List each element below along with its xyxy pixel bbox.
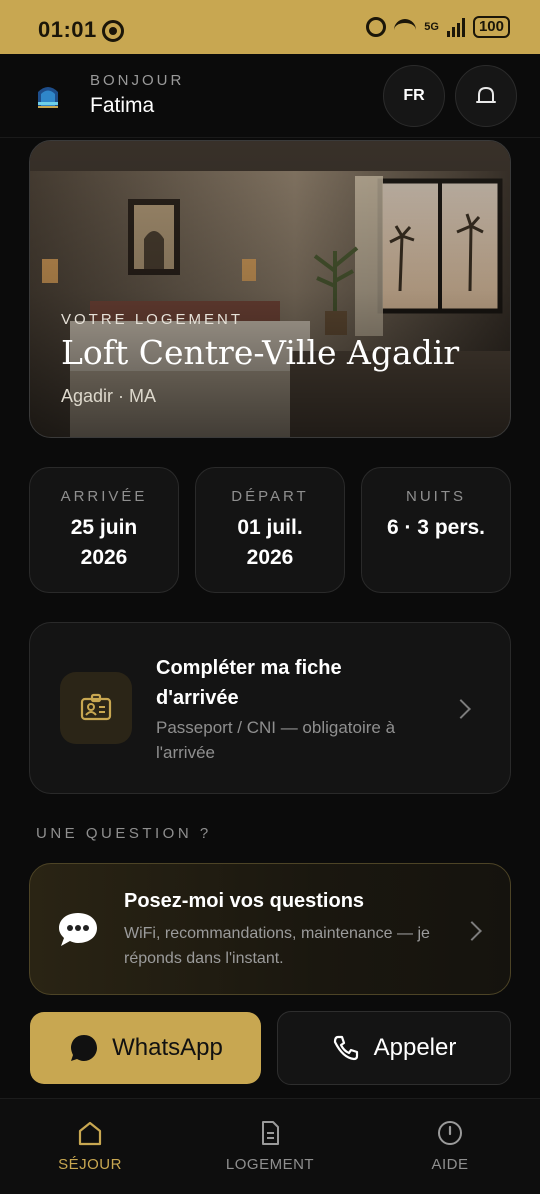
status-time: 01:01: [38, 17, 97, 42]
phone-icon: [333, 1035, 358, 1061]
arrival-year: 2026: [80, 546, 128, 569]
call-button[interactable]: Appeler: [277, 1011, 511, 1085]
nav-tab-stay[interactable]: SÉJOUR: [0, 1099, 180, 1194]
app-header: BONJOUR Fatima FR: [0, 54, 540, 138]
nav-tab-lodging[interactable]: LOGEMENT: [180, 1099, 360, 1194]
assistant-card[interactable]: Posez-moi vos questions WiFi, recommanda…: [29, 863, 511, 995]
arrival-date: 25 juin: [70, 516, 138, 539]
nights-card: NUITS 6 · 3 pers.: [361, 467, 511, 593]
home-icon: [78, 1121, 102, 1146]
nights-label: NUITS: [406, 488, 466, 505]
chevron-right-icon: [462, 921, 482, 941]
chat-bubble-icon: [59, 913, 97, 946]
chrome-icon: [102, 20, 124, 42]
nights-value: 6 · 3 pers.: [386, 516, 486, 539]
network-label: 5G: [424, 21, 439, 33]
checkin-title: Compléter ma fiche d'arrivée: [156, 657, 342, 709]
notifications-button[interactable]: [455, 65, 517, 127]
wifi-icon: [394, 19, 417, 35]
status-bar: 01:01 5G 100: [0, 0, 540, 54]
nav-label-stay: SÉJOUR: [58, 1156, 122, 1173]
arrival-card: ARRIVÉE 25 juin 2026: [29, 467, 179, 593]
language-button[interactable]: FR: [383, 65, 445, 127]
chevron-right-icon: [451, 699, 471, 719]
alarm-icon: [366, 17, 387, 37]
battery-indicator: 100: [472, 16, 510, 38]
nav-label-help: AIDE: [431, 1156, 469, 1173]
bell-icon: [476, 86, 496, 103]
checkin-subtitle: Passeport / CNI — obligatoire à l'arrivé…: [156, 718, 396, 762]
assistant-title: Posez-moi vos questions: [124, 890, 365, 912]
hero-kicker: VOTRE LOGEMENT: [61, 311, 244, 328]
lodging-hero-card[interactable]: VOTRE LOGEMENT Loft Centre-Ville Agadir …: [29, 140, 511, 438]
section-heading-question: UNE QUESTION ?: [36, 825, 212, 842]
whatsapp-label: WhatsApp: [112, 1034, 223, 1061]
departure-year: 2026: [246, 546, 294, 569]
signal-icon: [446, 17, 465, 37]
departure-card: DÉPART 01 juil. 2026: [195, 467, 345, 593]
arrival-label: ARRIVÉE: [60, 488, 148, 505]
lodging-location: Agadir · MA: [61, 386, 157, 406]
nav-tab-help[interactable]: AIDE: [360, 1099, 540, 1194]
checkin-form-card[interactable]: Compléter ma fiche d'arrivée Passeport /…: [29, 622, 511, 794]
bottom-nav: SÉJOUR LOGEMENT AIDE: [0, 1098, 540, 1194]
document-icon: [262, 1121, 279, 1145]
status-icons: 5G 100: [366, 16, 510, 38]
help-icon: [438, 1121, 462, 1145]
whatsapp-icon: [71, 1035, 98, 1061]
id-card-icon: [60, 672, 132, 744]
call-label: Appeler: [373, 1034, 457, 1061]
nav-label-lodging: LOGEMENT: [225, 1156, 315, 1173]
assistant-subtitle: WiFi, recommandations, maintenance — je …: [124, 925, 430, 967]
user-name: Fatima: [90, 94, 155, 117]
greeting-label: BONJOUR: [90, 72, 185, 89]
departure-label: DÉPART: [231, 488, 309, 505]
whatsapp-button[interactable]: WhatsApp: [30, 1012, 261, 1084]
app-logo: [38, 87, 58, 108]
departure-date: 01 juil.: [237, 516, 303, 539]
lodging-title: Loft Centre-Ville Agadir: [61, 333, 460, 372]
